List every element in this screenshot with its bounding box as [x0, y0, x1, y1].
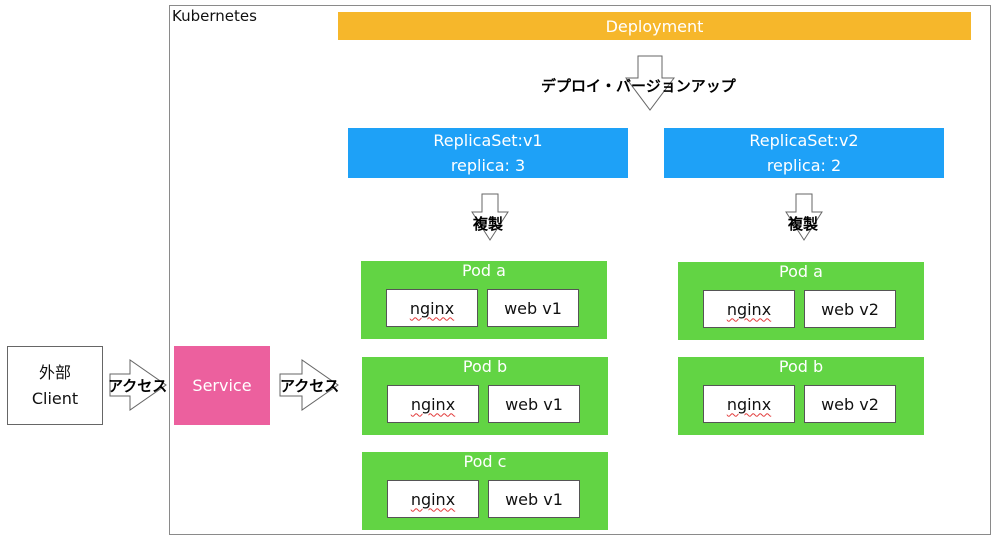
deployment-label: Deployment: [605, 16, 704, 36]
container-web: web v2: [804, 290, 896, 328]
deployment-box: Deployment: [338, 12, 971, 40]
replicaset-replica-count: replica: 2: [766, 156, 842, 175]
deploy-arrow-label: デプロイ・バージョンアップ: [541, 77, 736, 95]
container-label: web v1: [505, 489, 563, 509]
container-nginx: nginx: [703, 385, 795, 423]
pod-v2-a: Pod a nginx web v2: [678, 262, 924, 340]
pod-name: Pod b: [462, 357, 508, 376]
container-label: nginx: [726, 394, 772, 414]
container-label: nginx: [726, 299, 772, 319]
replicaset-v2: ReplicaSet:v2 replica: 2: [664, 128, 944, 178]
replicate-arrow-label: 複製: [788, 215, 819, 233]
pod-name: Pod a: [779, 262, 823, 281]
container-label: web v2: [821, 299, 879, 319]
client-label: Client: [31, 388, 79, 408]
pod-name: Pod a: [462, 261, 506, 280]
pod-name: Pod c: [463, 452, 507, 471]
container-label: web v1: [505, 394, 563, 414]
replicaset-v1: ReplicaSet:v1 replica: 3: [348, 128, 628, 178]
container-label: nginx: [410, 489, 456, 509]
pod-v1-c: Pod c nginx web v1: [362, 452, 608, 530]
container-label: nginx: [410, 394, 456, 414]
container-nginx: nginx: [387, 480, 479, 518]
replicaset-replica-count: replica: 3: [450, 156, 526, 175]
container-label: nginx: [409, 298, 455, 318]
pod-v2-b: Pod b nginx web v2: [678, 357, 924, 435]
container-nginx: nginx: [387, 385, 479, 423]
service-box: Service: [174, 346, 270, 425]
replicate-arrow-label: 複製: [473, 215, 504, 233]
container-nginx: nginx: [703, 290, 795, 328]
replicaset-name: ReplicaSet:v1: [433, 131, 543, 150]
access-arrow-label: アクセス: [280, 377, 340, 395]
pod-v1-b: Pod b nginx web v1: [362, 357, 608, 435]
external-client-box: 外部 Client: [7, 346, 103, 425]
kubernetes-label: Kubernetes: [172, 7, 257, 25]
pod-v1-a: Pod a nginx web v1: [361, 261, 607, 339]
container-label: web v1: [504, 298, 562, 318]
container-web: web v1: [488, 480, 580, 518]
service-label: Service: [192, 376, 252, 395]
container-web: web v1: [488, 385, 580, 423]
container-web: web v2: [804, 385, 896, 423]
pod-name: Pod b: [778, 357, 824, 376]
container-label: web v2: [821, 394, 879, 414]
replicaset-name: ReplicaSet:v2: [749, 131, 859, 150]
container-nginx: nginx: [386, 289, 478, 327]
access-arrow-label: アクセス: [108, 377, 168, 395]
client-label-ja: 外部: [38, 362, 71, 382]
container-web: web v1: [487, 289, 579, 327]
